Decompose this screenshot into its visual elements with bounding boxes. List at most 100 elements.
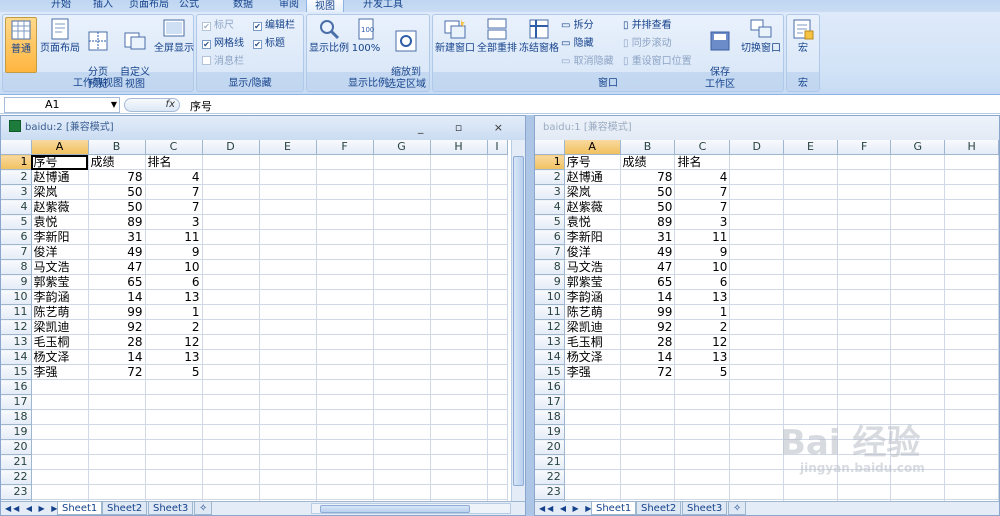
cell[interactable]: [202, 334, 260, 351]
window-controls[interactable]: _ ▫ ×: [418, 116, 517, 140]
cell[interactable]: 49: [88, 244, 146, 261]
cell[interactable]: [88, 394, 146, 411]
cell[interactable]: [259, 289, 317, 306]
column-header[interactable]: D: [729, 140, 785, 156]
cell[interactable]: [316, 334, 374, 351]
cell[interactable]: [373, 169, 431, 186]
cell[interactable]: [430, 484, 488, 501]
cell[interactable]: [202, 394, 260, 411]
sheet-tab-sheet2[interactable]: Sheet2: [102, 502, 148, 515]
cell[interactable]: [430, 334, 488, 351]
cell[interactable]: [373, 379, 431, 396]
cell[interactable]: 50: [88, 184, 146, 201]
cell[interactable]: [487, 199, 508, 216]
cell[interactable]: [620, 424, 676, 441]
cell[interactable]: 赵紫薇: [564, 199, 621, 216]
cell[interactable]: 10: [145, 259, 203, 276]
cell[interactable]: [430, 469, 488, 486]
cell[interactable]: [259, 469, 317, 486]
cell[interactable]: [944, 169, 999, 186]
cell[interactable]: [316, 469, 374, 486]
cell[interactable]: 4: [145, 169, 203, 186]
column-header[interactable]: F: [837, 140, 892, 156]
cell[interactable]: [259, 364, 317, 381]
row-header[interactable]: 19: [535, 424, 565, 441]
cell[interactable]: 65: [88, 274, 146, 291]
row-header[interactable]: 8: [535, 259, 565, 276]
cell[interactable]: 50: [620, 199, 676, 216]
name-box[interactable]: A1 ▼: [4, 97, 120, 113]
cell[interactable]: [837, 379, 892, 396]
cell[interactable]: [729, 484, 785, 501]
cell[interactable]: [202, 184, 260, 201]
cell[interactable]: [316, 484, 374, 501]
cell[interactable]: [487, 454, 508, 471]
row-header[interactable]: 3: [1, 184, 32, 201]
cell[interactable]: 13: [145, 289, 203, 306]
cell[interactable]: [729, 184, 785, 201]
cell[interactable]: [373, 184, 431, 201]
cell[interactable]: 3: [674, 214, 731, 231]
cell[interactable]: [145, 469, 203, 486]
cell[interactable]: [202, 379, 260, 396]
cell[interactable]: [88, 379, 146, 396]
column-header[interactable]: B: [620, 140, 676, 156]
ribbon-tab[interactable]: 插入: [84, 0, 122, 10]
cell[interactable]: [31, 409, 89, 426]
page-layout-button[interactable]: 页面布局: [39, 17, 81, 73]
cell[interactable]: [202, 319, 260, 336]
cell[interactable]: 袁悦: [31, 214, 89, 231]
cell[interactable]: 梁凯迪: [564, 319, 621, 336]
cell[interactable]: [373, 439, 431, 456]
column-header[interactable]: A: [564, 140, 621, 156]
cell[interactable]: [31, 469, 89, 486]
cell[interactable]: 92: [88, 319, 146, 336]
cell[interactable]: [783, 289, 838, 306]
cell[interactable]: [783, 394, 838, 411]
cell[interactable]: [259, 214, 317, 231]
cell[interactable]: 梁岚: [31, 184, 89, 201]
cell[interactable]: [944, 214, 999, 231]
cell[interactable]: [783, 334, 838, 351]
switch-window-button[interactable]: 切换窗口: [739, 17, 783, 73]
cell[interactable]: [259, 199, 317, 216]
row-header[interactable]: 19: [1, 424, 32, 441]
row-header[interactable]: 21: [535, 454, 565, 471]
cell[interactable]: 陈艺萌: [31, 304, 89, 321]
cell[interactable]: [837, 289, 892, 306]
cell[interactable]: 毛玉桐: [564, 334, 621, 351]
cell[interactable]: [783, 259, 838, 276]
sheet-tab-sheet1[interactable]: Sheet1: [57, 502, 103, 515]
cell[interactable]: [145, 409, 203, 426]
cell[interactable]: [674, 424, 731, 441]
ribbon-tab[interactable]: 视图: [306, 0, 344, 12]
cell[interactable]: 赵紫薇: [31, 199, 89, 216]
ribbon-tab[interactable]: 开发工具: [352, 0, 414, 10]
cell[interactable]: [430, 349, 488, 366]
cell[interactable]: [944, 154, 999, 171]
cell[interactable]: [430, 319, 488, 336]
cell[interactable]: [487, 469, 508, 486]
cell[interactable]: [729, 244, 785, 261]
zoom-button[interactable]: 显示比例: [309, 17, 349, 73]
cell[interactable]: [944, 319, 999, 336]
row-header[interactable]: 15: [535, 364, 565, 381]
sheet-tab-sheet3[interactable]: Sheet3: [148, 502, 194, 515]
cell[interactable]: [373, 289, 431, 306]
full-screen-button[interactable]: 全屏显示: [154, 17, 194, 73]
cell[interactable]: [837, 169, 892, 186]
ribbon-tab[interactable]: 审阅: [270, 0, 308, 10]
cell[interactable]: 序号: [564, 154, 621, 171]
cell[interactable]: [674, 439, 731, 456]
row-header[interactable]: 22: [1, 469, 32, 486]
cell[interactable]: 2: [674, 319, 731, 336]
custom-view-button[interactable]: 自定义 视图: [117, 17, 153, 90]
cell[interactable]: [674, 484, 731, 501]
cell[interactable]: [487, 364, 508, 381]
cell[interactable]: [890, 484, 946, 501]
row-header[interactable]: 7: [535, 244, 565, 261]
cell[interactable]: [890, 349, 946, 366]
cell[interactable]: [729, 469, 785, 486]
row-header[interactable]: 20: [535, 439, 565, 456]
cell[interactable]: [31, 454, 89, 471]
